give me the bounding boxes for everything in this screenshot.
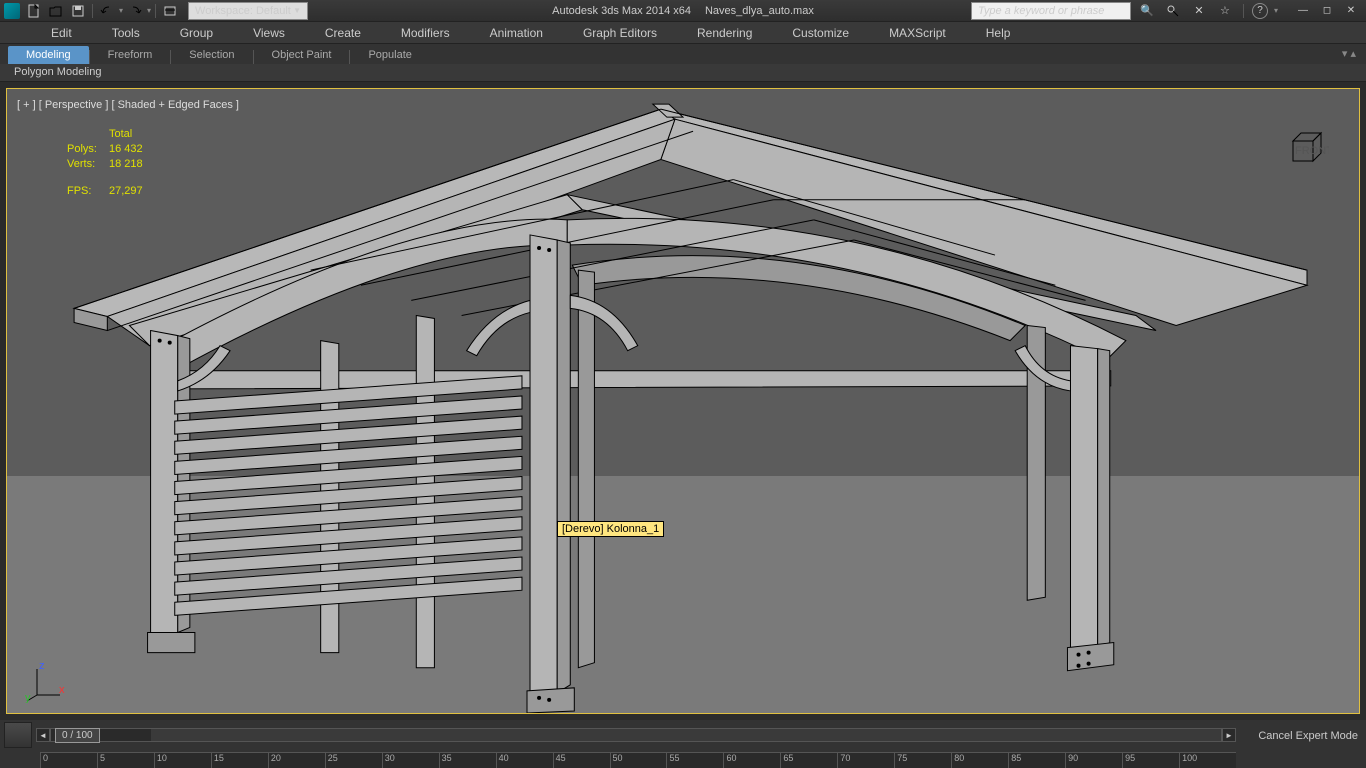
menu-modifiers[interactable]: Modifiers (395, 24, 456, 42)
model-render (7, 89, 1359, 713)
new-file-button[interactable] (24, 2, 44, 20)
window-title: Autodesk 3ds Max 2014 x64 Naves_dlya_aut… (552, 5, 814, 17)
undo-button[interactable] (97, 2, 117, 20)
svg-text:y: y (25, 692, 31, 703)
favorites-icon[interactable]: ☆ (1215, 2, 1235, 20)
menubar: Edit Tools Group Views Create Modifiers … (0, 22, 1366, 44)
viewport-label[interactable]: [ + ] [ Perspective ] [ Shaded + Edged F… (17, 99, 239, 111)
tab-modeling[interactable]: Modeling (8, 46, 89, 64)
stats-fps-value: 27,297 (109, 184, 143, 199)
close-button[interactable]: ✕ (1340, 3, 1362, 19)
ruler-tick: 55 (666, 753, 723, 768)
ruler-tick: 90 (1065, 753, 1122, 768)
tab-populate[interactable]: Populate (350, 46, 429, 64)
search-icon[interactable]: 🔍 (1137, 2, 1157, 20)
ruler-tick: 60 (723, 753, 780, 768)
timeline-scroll-right[interactable]: ► (1222, 728, 1236, 742)
ruler-tick: 100 (1179, 753, 1236, 768)
ribbon-panel[interactable]: Polygon Modeling (0, 64, 1366, 82)
axis-gizmo[interactable]: z x y (25, 663, 65, 703)
menu-edit[interactable]: Edit (45, 24, 78, 42)
ruler-tick: 40 (496, 753, 553, 768)
svg-text:FRONT: FRONT (1295, 145, 1329, 157)
stats-verts-value: 18 218 (109, 157, 143, 172)
maximize-button[interactable]: ◻ (1316, 3, 1338, 19)
ruler-tick: 95 (1122, 753, 1179, 768)
stats-verts-label: Verts: (67, 157, 109, 172)
ruler-tick: 70 (837, 753, 894, 768)
menu-create[interactable]: Create (319, 24, 367, 42)
exchange-icon[interactable]: ✕ (1189, 2, 1209, 20)
app-name: Autodesk 3ds Max 2014 x64 (552, 5, 691, 17)
search-input[interactable]: Type a keyword or phrase (971, 2, 1131, 20)
ruler-tick: 75 (894, 753, 951, 768)
ribbon-tabs: Modeling Freeform Selection Object Paint… (0, 44, 1366, 64)
menu-tools[interactable]: Tools (106, 24, 146, 42)
timeline-ruler[interactable]: 0 5 10 15 20 25 30 35 40 45 50 55 60 65 … (40, 752, 1236, 768)
stats-header: Total (109, 127, 143, 142)
svg-text:x: x (59, 684, 65, 696)
menu-group[interactable]: Group (174, 24, 219, 42)
menu-animation[interactable]: Animation (484, 24, 549, 42)
viewport[interactable]: [ + ] [ Perspective ] [ Shaded + Edged F… (6, 88, 1360, 714)
side-slats (175, 376, 522, 616)
object-tooltip: [Derevo] Kolonna_1 (557, 521, 664, 537)
workspace-dropdown[interactable]: Workspace: Default ▼ (188, 2, 308, 20)
ruler-tick: 5 (97, 753, 154, 768)
tab-object-paint[interactable]: Object Paint (254, 46, 350, 64)
ruler-tick: 80 (951, 753, 1008, 768)
timeline-frame-indicator[interactable]: 0 / 100 (55, 728, 100, 743)
key-icon[interactable] (1163, 2, 1183, 20)
expert-mode-toggle[interactable]: Cancel Expert Mode (1258, 730, 1358, 742)
file-name: Naves_dlya_auto.max (705, 5, 814, 17)
menu-graph-editors[interactable]: Graph Editors (577, 24, 663, 42)
timeline-scroll-left[interactable]: ◄ (36, 728, 50, 742)
menu-views[interactable]: Views (247, 24, 291, 42)
ruler-tick: 85 (1008, 753, 1065, 768)
ruler-tick: 0 (40, 753, 97, 768)
ruler-tick: 25 (325, 753, 382, 768)
ruler-tick: 50 (610, 753, 667, 768)
workspace-label: Workspace: Default (195, 5, 291, 17)
ruler-tick: 30 (382, 753, 439, 768)
project-button[interactable] (160, 2, 180, 20)
redo-button[interactable] (125, 2, 145, 20)
titlebar: ▾ ▾ Workspace: Default ▼ Autodesk 3ds Ma… (0, 0, 1366, 22)
quick-access-toolbar: ▾ ▾ Workspace: Default ▼ (24, 2, 308, 20)
menu-rendering[interactable]: Rendering (691, 24, 758, 42)
ribbon-expand-icon[interactable]: ▾ ▴ (1342, 47, 1356, 60)
ruler-tick: 15 (211, 753, 268, 768)
svg-text:z: z (39, 663, 45, 672)
open-file-button[interactable] (46, 2, 66, 20)
ruler-tick: 35 (439, 753, 496, 768)
tab-freeform[interactable]: Freeform (90, 46, 171, 64)
ruler-tick: 10 (154, 753, 211, 768)
stats-polys-label: Polys: (67, 142, 109, 157)
menu-help[interactable]: Help (980, 24, 1017, 42)
viewport-container: [ + ] [ Perspective ] [ Shaded + Edged F… (0, 82, 1366, 720)
timeline-track[interactable]: 0 / 100 (50, 728, 1222, 742)
statistics-overlay: Total Polys:16 432 Verts:18 218 FPS:27,2… (67, 127, 143, 199)
stats-fps-label: FPS: (67, 184, 109, 199)
app-logo-icon (4, 3, 20, 19)
stats-polys-value: 16 432 (109, 142, 143, 157)
viewcube[interactable]: FRONT (1285, 129, 1329, 167)
menu-customize[interactable]: Customize (786, 24, 855, 42)
help-icon[interactable]: ? (1252, 3, 1268, 19)
menu-maxscript[interactable]: MAXScript (883, 24, 952, 42)
tab-selection[interactable]: Selection (171, 46, 252, 64)
timeline: ◄ 0 / 100 ► (0, 720, 1366, 750)
chevron-down-icon: ▼ (293, 6, 301, 15)
save-button[interactable] (68, 2, 88, 20)
search-placeholder: Type a keyword or phrase (978, 5, 1104, 17)
minimize-button[interactable]: — (1292, 3, 1314, 19)
time-slider-handle[interactable] (4, 722, 32, 748)
ruler-tick: 65 (780, 753, 837, 768)
ruler-tick: 20 (268, 753, 325, 768)
ruler-tick: 45 (553, 753, 610, 768)
